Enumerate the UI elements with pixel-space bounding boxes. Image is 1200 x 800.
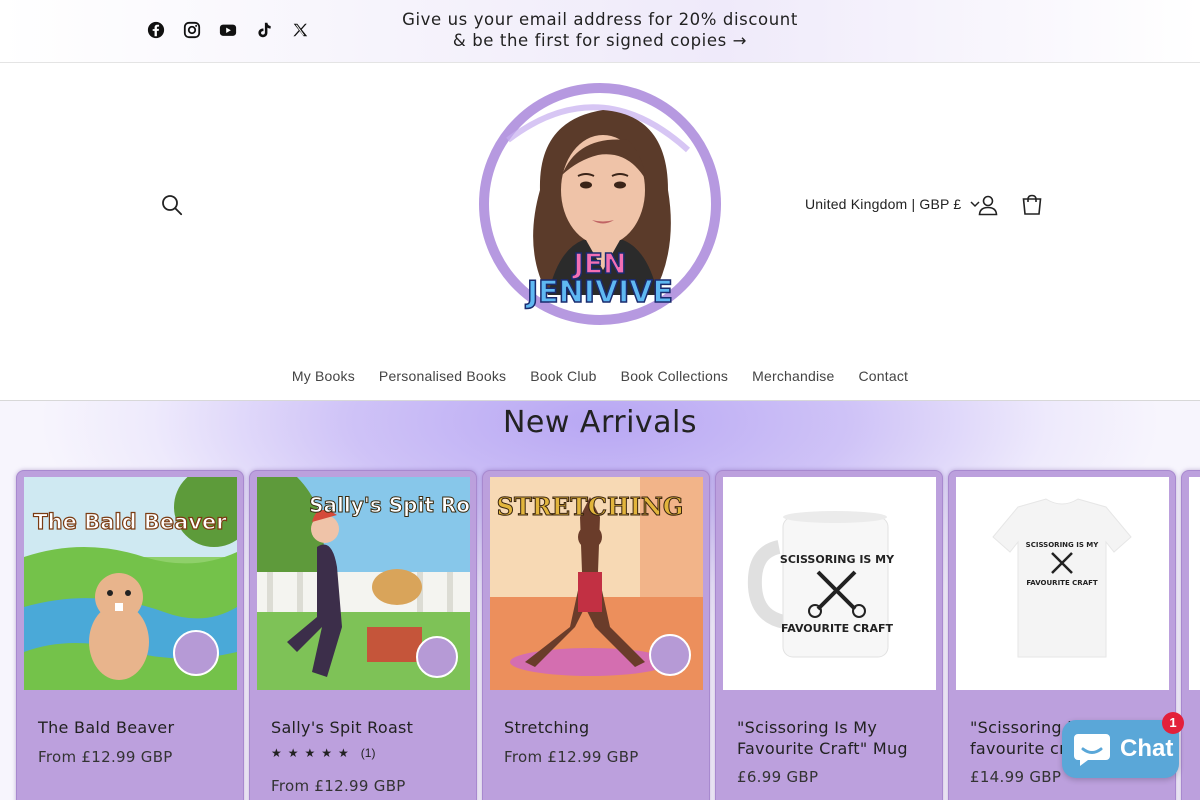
product-image: SCISSORING IS MY FAVOURITE CRAFT — [723, 477, 936, 690]
site-logo[interactable]: JEN JENIVIVE — [478, 80, 722, 330]
facebook-icon[interactable] — [146, 20, 166, 40]
cart-button[interactable] — [1020, 193, 1044, 217]
product-title[interactable]: "Scissoring Is My Favourite Craft" Mug — [737, 717, 927, 759]
product-image-text: STRETCHING — [497, 492, 684, 521]
product-price: From £12.99 GBP — [38, 748, 173, 766]
product-image: Sally's Spit Roast — [257, 477, 470, 690]
cart-icon — [1022, 194, 1042, 215]
chat-bubble-icon — [1074, 734, 1110, 766]
product-title[interactable]: The Bald Beaver — [38, 717, 228, 738]
product-card-partial[interactable] — [1181, 470, 1200, 800]
product-price: £14.99 GBP — [970, 768, 1062, 786]
rating-stars: ★★★★★ — [271, 746, 355, 760]
nav-item-merchandise[interactable]: Merchandise — [752, 368, 834, 384]
product-image-text: SCISSORING IS MY — [1026, 541, 1100, 549]
nav-item-contact[interactable]: Contact — [859, 368, 909, 384]
product-image — [1189, 477, 1200, 690]
search-button[interactable] — [160, 193, 184, 217]
product-card[interactable]: Sally's Spit Roast Sally's Spit Roast ★★… — [249, 470, 477, 800]
product-price: From £12.99 GBP — [271, 777, 406, 795]
product-image-text: The Bald Beaver — [33, 510, 227, 534]
product-price: From £12.99 GBP — [504, 748, 639, 766]
account-button[interactable] — [976, 193, 1000, 217]
nav-item-personalised-books[interactable]: Personalised Books — [379, 368, 506, 384]
product-card[interactable]: STRETCHING Stretching From £12.99 GBP — [482, 470, 710, 800]
product-title[interactable]: Stretching — [504, 717, 694, 738]
chat-label: Chat — [1120, 735, 1174, 762]
chat-button[interactable]: Chat — [1062, 720, 1179, 778]
locale-label: United Kingdom | GBP £ — [805, 196, 962, 212]
product-image-text: FAVOURITE CRAFT — [781, 622, 894, 635]
product-image: The Bald Beaver — [24, 477, 237, 690]
search-icon — [162, 195, 183, 216]
user-icon — [978, 195, 998, 216]
youtube-icon[interactable] — [218, 20, 238, 40]
announcement-link[interactable]: Give us your email address for 20% disco… — [400, 9, 800, 51]
section-title: New Arrivals — [502, 405, 698, 440]
product-image: SCISSORING IS MY FAVOURITE CRAFT — [956, 477, 1169, 690]
logo-text-bottom: JENIVIVE — [525, 275, 673, 310]
x-icon[interactable] — [290, 20, 310, 40]
product-rating: ★★★★★ (1) — [271, 746, 375, 760]
nav-item-my-books[interactable]: My Books — [292, 368, 355, 384]
nav-item-book-collections[interactable]: Book Collections — [621, 368, 728, 384]
product-image-text: Sally's Spit Roast — [309, 493, 470, 517]
nav-item-book-club[interactable]: Book Club — [530, 368, 596, 384]
main-navigation: My Books Personalised Books Book Club Bo… — [0, 368, 1200, 384]
instagram-icon[interactable] — [182, 20, 202, 40]
chat-notification-badge: 1 — [1162, 712, 1184, 734]
product-image-text: SCISSORING IS MY — [780, 553, 895, 566]
announcement-bar: Give us your email address for 20% disco… — [0, 0, 1200, 63]
product-price: £6.99 GBP — [737, 768, 819, 786]
product-image: STRETCHING — [490, 477, 703, 690]
product-title[interactable]: Sally's Spit Roast — [271, 717, 461, 738]
rating-count: (1) — [360, 746, 376, 760]
country-currency-selector[interactable]: United Kingdom | GBP £ — [805, 196, 981, 212]
tiktok-icon[interactable] — [254, 20, 274, 40]
product-card[interactable]: The Bald Beaver The Bald Beaver From £12… — [16, 470, 244, 800]
product-image-text: FAVOURITE CRAFT — [1026, 579, 1098, 587]
product-card[interactable]: SCISSORING IS MY FAVOURITE CRAFT "Scisso… — [715, 470, 943, 800]
social-links — [146, 20, 310, 40]
